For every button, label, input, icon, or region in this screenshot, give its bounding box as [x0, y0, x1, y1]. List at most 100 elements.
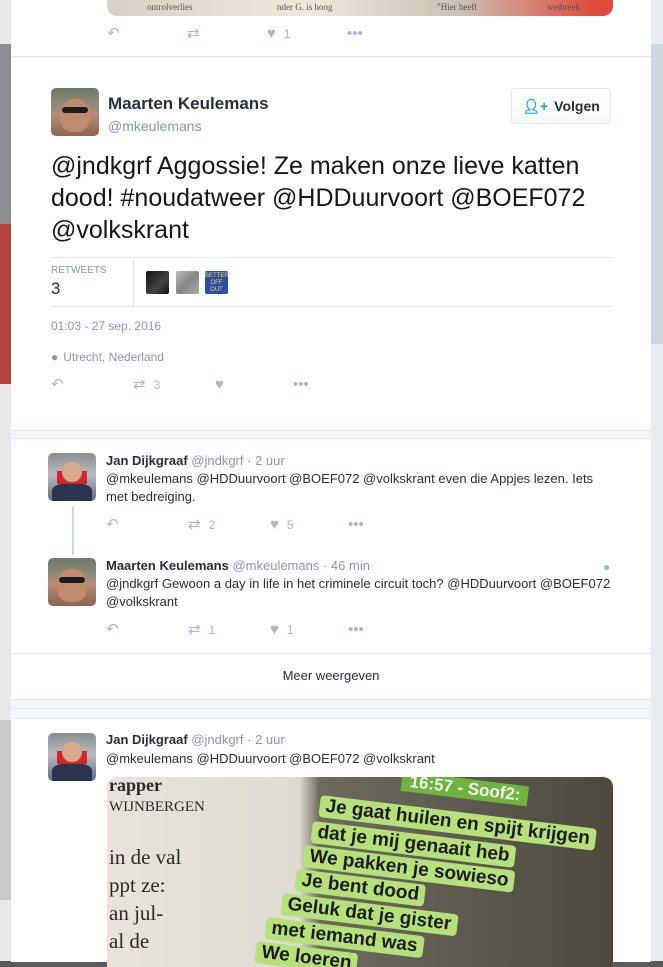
more-button[interactable]: •••: [348, 622, 364, 637]
tweet-time[interactable]: · 46 min: [323, 558, 370, 573]
retweets-count[interactable]: 3: [51, 279, 60, 299]
avatar[interactable]: [48, 558, 96, 606]
photo-text: rapper: [109, 777, 162, 795]
user-name[interactable]: Jan Dijkgraaf: [106, 732, 188, 747]
like-button[interactable]: ♥ 1: [270, 622, 348, 637]
retweet-button[interactable]: ⇄ 3: [133, 377, 215, 392]
retweet-count: 3: [153, 377, 161, 392]
reply-button[interactable]: ↶: [51, 377, 133, 392]
retweet-button[interactable]: ⇄ 1: [188, 622, 270, 637]
follow-label: Volgen: [554, 98, 600, 114]
tweet-text: @jndkgrf Aggossie! Ze maken onze lieve k…: [51, 152, 586, 244]
reply-header: Maarten Keulemans @mkeulemans · 46 min: [106, 558, 370, 573]
photo-text: an jul-: [109, 901, 164, 925]
retweeter-avatar[interactable]: [176, 271, 199, 294]
retweeter-avatar[interactable]: [146, 271, 169, 294]
like-count: 5: [286, 517, 294, 532]
tweet-stats: RETWEETS 3 BETTER OFF OUT: [51, 257, 611, 307]
photo-text: ontrolverlies: [147, 2, 193, 12]
reply-icon: ↶: [106, 516, 119, 533]
photo-text: in de val: [109, 845, 182, 869]
like-count: 1: [286, 622, 294, 637]
retweet-icon: ⇄: [188, 516, 201, 533]
tweet-location[interactable]: ● Utrecht, Nederland: [51, 350, 164, 364]
retweets-label: RETWEETS: [51, 265, 107, 276]
like-button[interactable]: ♥ 1: [267, 26, 347, 41]
like-button[interactable]: ♥ 5: [270, 517, 348, 532]
show-more-button[interactable]: Meer weergeven: [11, 653, 651, 698]
photo-text: WIJNBERGEN: [109, 799, 205, 815]
avatar[interactable]: [48, 733, 96, 781]
location-label: Utrecht, Nederland: [63, 350, 164, 364]
tweet-header: Jan Dijkgraaf @jndkgrf · 2 uur: [106, 732, 285, 747]
thread-line: [72, 507, 74, 555]
more-icon: •••: [348, 516, 364, 533]
background-page-right: [650, 0, 663, 961]
tweet-timestamp: 01:03 - 27 sep. 2016: [51, 319, 162, 333]
more-icon: •••: [293, 376, 309, 393]
tweet-card[interactable]: Jan Dijkgraaf @jndkgrf · 2 uur @mkeulema…: [11, 718, 651, 967]
more-button[interactable]: •••: [293, 377, 309, 392]
tweet-text: @mkeulemans @HDDuurvoort @BOEF072 @volks…: [106, 751, 435, 766]
retweet-icon: ⇄: [133, 376, 146, 393]
retweet-count: 1: [208, 622, 216, 637]
heart-icon: ♥: [267, 25, 276, 42]
background-page-left: [0, 0, 11, 961]
reply-button[interactable]: ↶: [106, 622, 188, 637]
retweet-button[interactable]: ⇄ 2: [188, 517, 270, 532]
reply-icon: ↶: [106, 621, 119, 638]
user-name[interactable]: Jan Dijkgraaf: [106, 453, 188, 468]
user-handle[interactable]: @jndkgrf: [191, 732, 243, 747]
more-button[interactable]: •••: [347, 26, 363, 41]
retweeter-avatar[interactable]: BETTER OFF OUT: [205, 271, 229, 294]
retweet-icon: ⇄: [187, 25, 200, 42]
avatar[interactable]: [48, 453, 96, 501]
heart-icon: ♥: [215, 376, 224, 393]
photo-text: ppt ze:: [109, 873, 166, 897]
avatar[interactable]: [51, 88, 99, 136]
tweet-text: @jndkgrf Gewoon a day in life in het cri…: [106, 576, 611, 609]
add-user-icon: 👤︎+: [522, 97, 549, 114]
retweet-count: 2: [208, 517, 216, 532]
retweet-icon: ⇄: [188, 621, 201, 638]
replies-section: Jan Dijkgraaf @jndkgrf · 2 uur @mkeulema…: [11, 438, 651, 700]
user-handle[interactable]: @mkeulemans: [108, 118, 202, 134]
more-icon: •••: [347, 25, 363, 42]
user-name[interactable]: Maarten Keulemans: [108, 94, 269, 114]
section-divider: [11, 700, 651, 709]
tweet-conversation-modal: ontrolverlies nder G. is hoog "Hier heef…: [11, 0, 651, 967]
follow-button[interactable]: 👤︎+ Volgen: [511, 88, 611, 124]
location-pin-icon: ●: [51, 350, 59, 364]
tweet-actions: ↶ ⇄ 2 ♥ 5 •••: [106, 517, 364, 532]
reply-header: Jan Dijkgraaf @jndkgrf · 2 uur: [106, 453, 285, 468]
retweet-button[interactable]: ⇄: [187, 26, 267, 41]
photo-text: "Hier heeft: [437, 2, 477, 12]
photo-text: al de: [109, 929, 150, 953]
reply-button[interactable]: ↶: [106, 517, 188, 532]
tweet-photo[interactable]: ontrolverlies nder G. is hoog "Hier heef…: [107, 0, 613, 16]
user-name[interactable]: Maarten Keulemans: [106, 558, 229, 573]
tweet-time[interactable]: · 2 uur: [247, 732, 285, 747]
tweet-photo[interactable]: rapper WIJNBERGEN in de val ppt ze: an j…: [107, 777, 613, 967]
like-button[interactable]: ♥: [215, 377, 293, 392]
reply-icon: ↶: [51, 376, 64, 393]
tweet-time[interactable]: · 2 uur: [247, 453, 285, 468]
like-count: 1: [283, 26, 291, 41]
user-handle[interactable]: @jndkgrf: [191, 453, 243, 468]
heart-icon: ♥: [270, 621, 279, 638]
tweet-actions: ↶ ⇄ ♥ 1 •••: [107, 26, 363, 41]
tweet-text: @mkeulemans @HDDuurvoort @BOEF072 @volks…: [106, 471, 594, 504]
location-pin-icon: ●: [603, 560, 611, 574]
reply-icon: ↶: [107, 25, 120, 42]
permalink-tweet: Maarten Keulemans @mkeulemans 👤︎+ Volgen…: [11, 58, 651, 431]
more-button[interactable]: •••: [348, 517, 364, 532]
tweet-actions: ↶ ⇄ 1 ♥ 1 •••: [106, 622, 364, 637]
badge-text: OFF: [210, 280, 223, 286]
previous-tweet-card: ontrolverlies nder G. is hoog "Hier heef…: [11, 0, 651, 57]
photo-text: wetbreek: [547, 2, 580, 12]
user-handle[interactable]: @mkeulemans: [232, 558, 319, 573]
heart-icon: ♥: [270, 516, 279, 533]
tweet-actions: ↶ ⇄ 3 ♥ •••: [51, 377, 309, 392]
reply-button[interactable]: ↶: [107, 26, 187, 41]
chat-header: 16:57 - Soof2:: [400, 777, 530, 807]
